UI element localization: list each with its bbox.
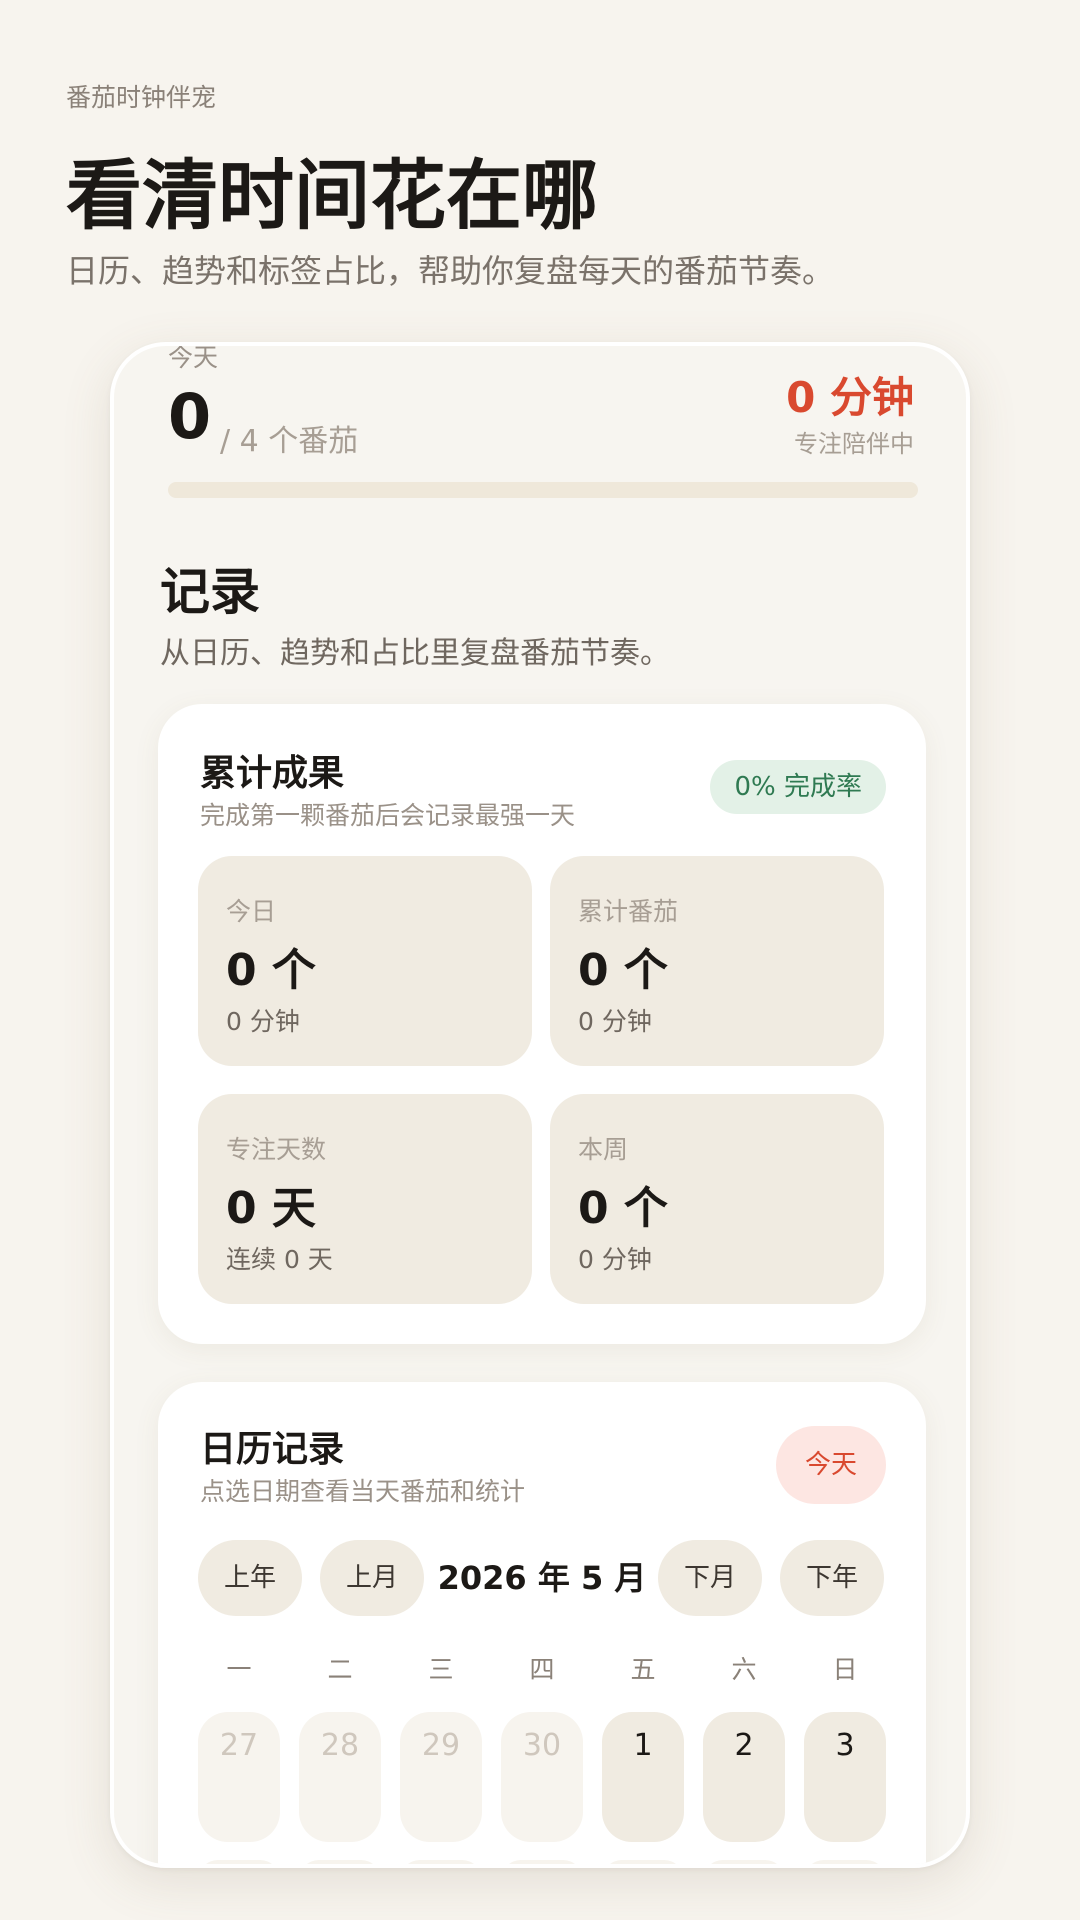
- prev-year-button[interactable]: 上年: [198, 1540, 302, 1616]
- stat-label: 累计番茄: [578, 897, 679, 926]
- today-minutes-status: 专注陪伴中: [794, 430, 914, 458]
- calendar-day-next-row[interactable]: [804, 1860, 886, 1864]
- weekday-label: 五: [630, 1655, 656, 1684]
- calendar-day-next-row[interactable]: [400, 1860, 482, 1864]
- calendar-day-next-row[interactable]: [198, 1860, 280, 1864]
- calendar-day[interactable]: 28: [299, 1712, 381, 1842]
- stat-tile-total: 累计番茄 0 个 0 分钟: [550, 856, 884, 1066]
- hero-header: 番茄时钟伴宠 看清时间花在哪 日历、趋势和标签占比，帮助你复盘每天的番茄节奏。: [66, 78, 1016, 292]
- records-title: 记录: [160, 563, 260, 621]
- today-goal: / 4 个番茄: [220, 424, 359, 459]
- weekday-label: 四: [529, 1655, 555, 1684]
- weekday-label: 二: [327, 1655, 353, 1684]
- calendar-day-next-row[interactable]: [501, 1860, 583, 1864]
- completion-rate-badge: 0% 完成率: [710, 760, 886, 814]
- calendar-day[interactable]: 3: [804, 1712, 886, 1842]
- stat-tile-today: 今日 0 个 0 分钟: [198, 856, 532, 1066]
- weekday-label: 三: [428, 1655, 454, 1684]
- weekday-label: 六: [731, 1655, 757, 1684]
- stat-tile-focus-days: 专注天数 0 天 连续 0 天: [198, 1094, 532, 1304]
- summary-card-title: 累计成果: [200, 753, 345, 794]
- stat-tile-week: 本周 0 个 0 分钟: [550, 1094, 884, 1304]
- stat-value: 0 天: [226, 1183, 316, 1234]
- next-month-button[interactable]: 下月: [658, 1540, 762, 1616]
- calendar-day[interactable]: 2: [703, 1712, 785, 1842]
- stat-label: 本周: [578, 1135, 629, 1164]
- stat-label: 今日: [226, 897, 277, 926]
- stat-label: 专注天数: [226, 1135, 327, 1164]
- hero-title: 看清时间花在哪: [66, 151, 598, 240]
- app-kicker: 番茄时钟伴宠: [66, 83, 217, 112]
- stat-detail: 0 分钟: [578, 1007, 652, 1036]
- stat-value: 0 个: [578, 945, 668, 996]
- summary-card: 累计成果 完成第一颗番茄后会记录最强一天 0% 完成率 今日 0 个 0 分钟 …: [158, 704, 926, 1344]
- month-label: 2026 年 5 月: [437, 1559, 647, 1597]
- calendar-day[interactable]: 29: [400, 1712, 482, 1842]
- today-minutes: 0 分钟: [786, 373, 914, 422]
- stat-value: 0 个: [578, 1183, 668, 1234]
- calendar-day-next-row[interactable]: [299, 1860, 381, 1864]
- today-count: 0: [168, 380, 212, 453]
- next-year-button[interactable]: 下年: [780, 1540, 884, 1616]
- hero-subtitle: 日历、趋势和标签占比，帮助你复盘每天的番茄节奏。: [66, 251, 835, 290]
- weekday-label: 日: [832, 1655, 858, 1684]
- calendar-card-subtitle: 点选日期查看当天番茄和统计: [200, 1477, 526, 1506]
- stat-detail: 0 分钟: [578, 1245, 652, 1274]
- calendar-day[interactable]: 27: [198, 1712, 280, 1842]
- stat-detail: 0 分钟: [226, 1007, 300, 1036]
- phone-frame: 今天 0 / 4 个番茄 0 分钟 专注陪伴中 记录 从日历、趋势和占比里复盘番…: [110, 342, 970, 1868]
- records-subtitle: 从日历、趋势和占比里复盘番茄节奏。: [160, 636, 670, 671]
- calendar-card-title: 日历记录: [200, 1429, 345, 1470]
- calendar-day-next-row[interactable]: [703, 1860, 785, 1864]
- daily-progress-bar: [168, 482, 918, 498]
- stat-detail: 连续 0 天: [226, 1245, 333, 1274]
- today-label: 今天: [168, 343, 219, 372]
- calendar-card: 日历记录 点选日期查看当天番茄和统计 今天 上年 上月 2026 年 5 月 下…: [158, 1382, 926, 1864]
- today-button[interactable]: 今天: [776, 1426, 886, 1504]
- calendar-day-next-row[interactable]: [602, 1860, 684, 1864]
- summary-card-subtitle: 完成第一颗番茄后会记录最强一天: [200, 801, 576, 830]
- stat-value: 0 个: [226, 945, 316, 996]
- weekday-label: 一: [226, 1655, 252, 1684]
- calendar-day[interactable]: 1: [602, 1712, 684, 1842]
- calendar-day[interactable]: 30: [501, 1712, 583, 1842]
